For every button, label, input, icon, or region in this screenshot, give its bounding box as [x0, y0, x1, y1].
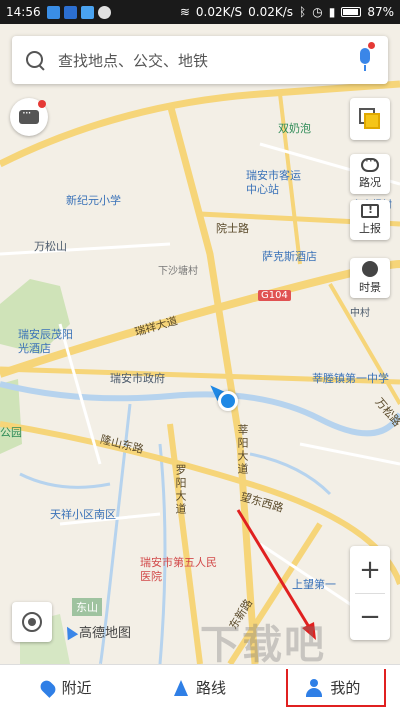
zoom-in-button[interactable]: + — [350, 547, 390, 593]
timescene-button[interactable]: 时景 — [350, 258, 390, 298]
poi-label: 莘塍镇第一中学 — [312, 372, 389, 385]
battery-icon — [341, 7, 362, 17]
traffic-label: 路况 — [359, 176, 381, 189]
brand-name: 高德地图 — [79, 626, 132, 641]
poi-label: 瑞安市政府 — [110, 372, 165, 385]
message-button[interactable] — [10, 98, 48, 136]
layers-button[interactable] — [350, 98, 390, 140]
nav-nearby-label: 附近 — [61, 679, 92, 697]
road-label: 院士路 — [216, 222, 249, 235]
zoom-controls: + − — [350, 546, 390, 640]
poi-label: 萨克斯酒店 — [262, 250, 317, 263]
poi-label: 东山 — [72, 598, 102, 616]
search-icon — [24, 49, 46, 71]
notification-icons — [46, 5, 111, 19]
nav-route[interactable]: 路线 — [133, 665, 266, 710]
net-speed-2: 0.02K/s — [248, 5, 294, 19]
globe-icon — [362, 261, 378, 277]
annotation-highlight-box — [286, 669, 386, 707]
watermark: 下载吧 — [200, 622, 326, 668]
traffic-icon — [361, 154, 379, 172]
signal-icon: ▮ — [328, 5, 336, 19]
nav-nearby[interactable]: 附近 — [0, 665, 133, 710]
alarm-icon: ◷ — [312, 5, 323, 19]
poi-label: 瑞安市第五人民医院 — [140, 556, 217, 583]
wifi-icon: ≋ — [179, 5, 190, 19]
zoom-out-button[interactable]: − — [350, 594, 390, 640]
report-button[interactable]: 上报 — [350, 200, 390, 240]
poi-label: 天祥小区南区 — [50, 508, 116, 521]
poi-label: 上望第一 — [292, 578, 336, 591]
location-pin-icon — [37, 677, 58, 698]
notification-app-icon — [46, 5, 60, 19]
report-icon — [361, 203, 379, 218]
battery-percent: 87% — [367, 5, 394, 19]
notification-app-icon — [80, 5, 94, 19]
report-label: 上报 — [359, 222, 381, 235]
highway-shield: G104 — [258, 290, 291, 301]
amap-logo-icon — [61, 623, 79, 640]
route-arrow-icon — [173, 679, 188, 696]
map-view[interactable]: 双奶泡 瑞安市客运中心站 新纪元小学 院士路 萨克斯酒店 万松山 下沙塘村 G1… — [0, 24, 400, 664]
microphone-icon[interactable] — [354, 42, 376, 74]
poi-label: 中村 — [350, 308, 370, 319]
status-bar: 14:56 ≋ 0.02K/S 0.02K/s ᛒ ◷ ▮ 87% — [0, 0, 400, 24]
search-input[interactable]: 查找地点、公交、地铁 — [58, 50, 354, 71]
timescene-label: 时景 — [359, 281, 381, 294]
locate-me-button[interactable] — [12, 602, 52, 642]
nav-route-label: 路线 — [195, 679, 226, 697]
current-location-marker — [218, 391, 238, 411]
net-speed-1: 0.02K/S — [195, 5, 243, 19]
poi-label: 万松山 — [34, 240, 67, 253]
poi-label: 双奶泡 — [278, 122, 311, 135]
poi-label: 新纪元小学 — [66, 194, 121, 207]
notification-dot — [38, 100, 46, 108]
brand-logo: 高德地图 — [61, 622, 132, 641]
notification-app-icon — [63, 5, 77, 19]
poi-label: 瑞安市客运中心站 — [246, 169, 301, 196]
traffic-button[interactable]: 路况 — [350, 154, 390, 194]
poi-label: 公园 — [0, 426, 22, 439]
poi-label: 下沙塘村 — [158, 266, 198, 277]
crosshair-icon — [22, 612, 42, 632]
message-icon — [19, 106, 39, 124]
road-label: 罗阳大道 — [174, 464, 187, 516]
bluetooth-icon: ᛒ — [299, 5, 307, 19]
search-bar[interactable]: 查找地点、公交、地铁 — [12, 36, 388, 84]
notification-app-icon — [97, 5, 111, 19]
road-label: 莘阳大道 — [236, 424, 249, 476]
status-time: 14:56 — [6, 5, 41, 19]
poi-label: 瑞安辰茂阳光酒店 — [18, 328, 73, 355]
